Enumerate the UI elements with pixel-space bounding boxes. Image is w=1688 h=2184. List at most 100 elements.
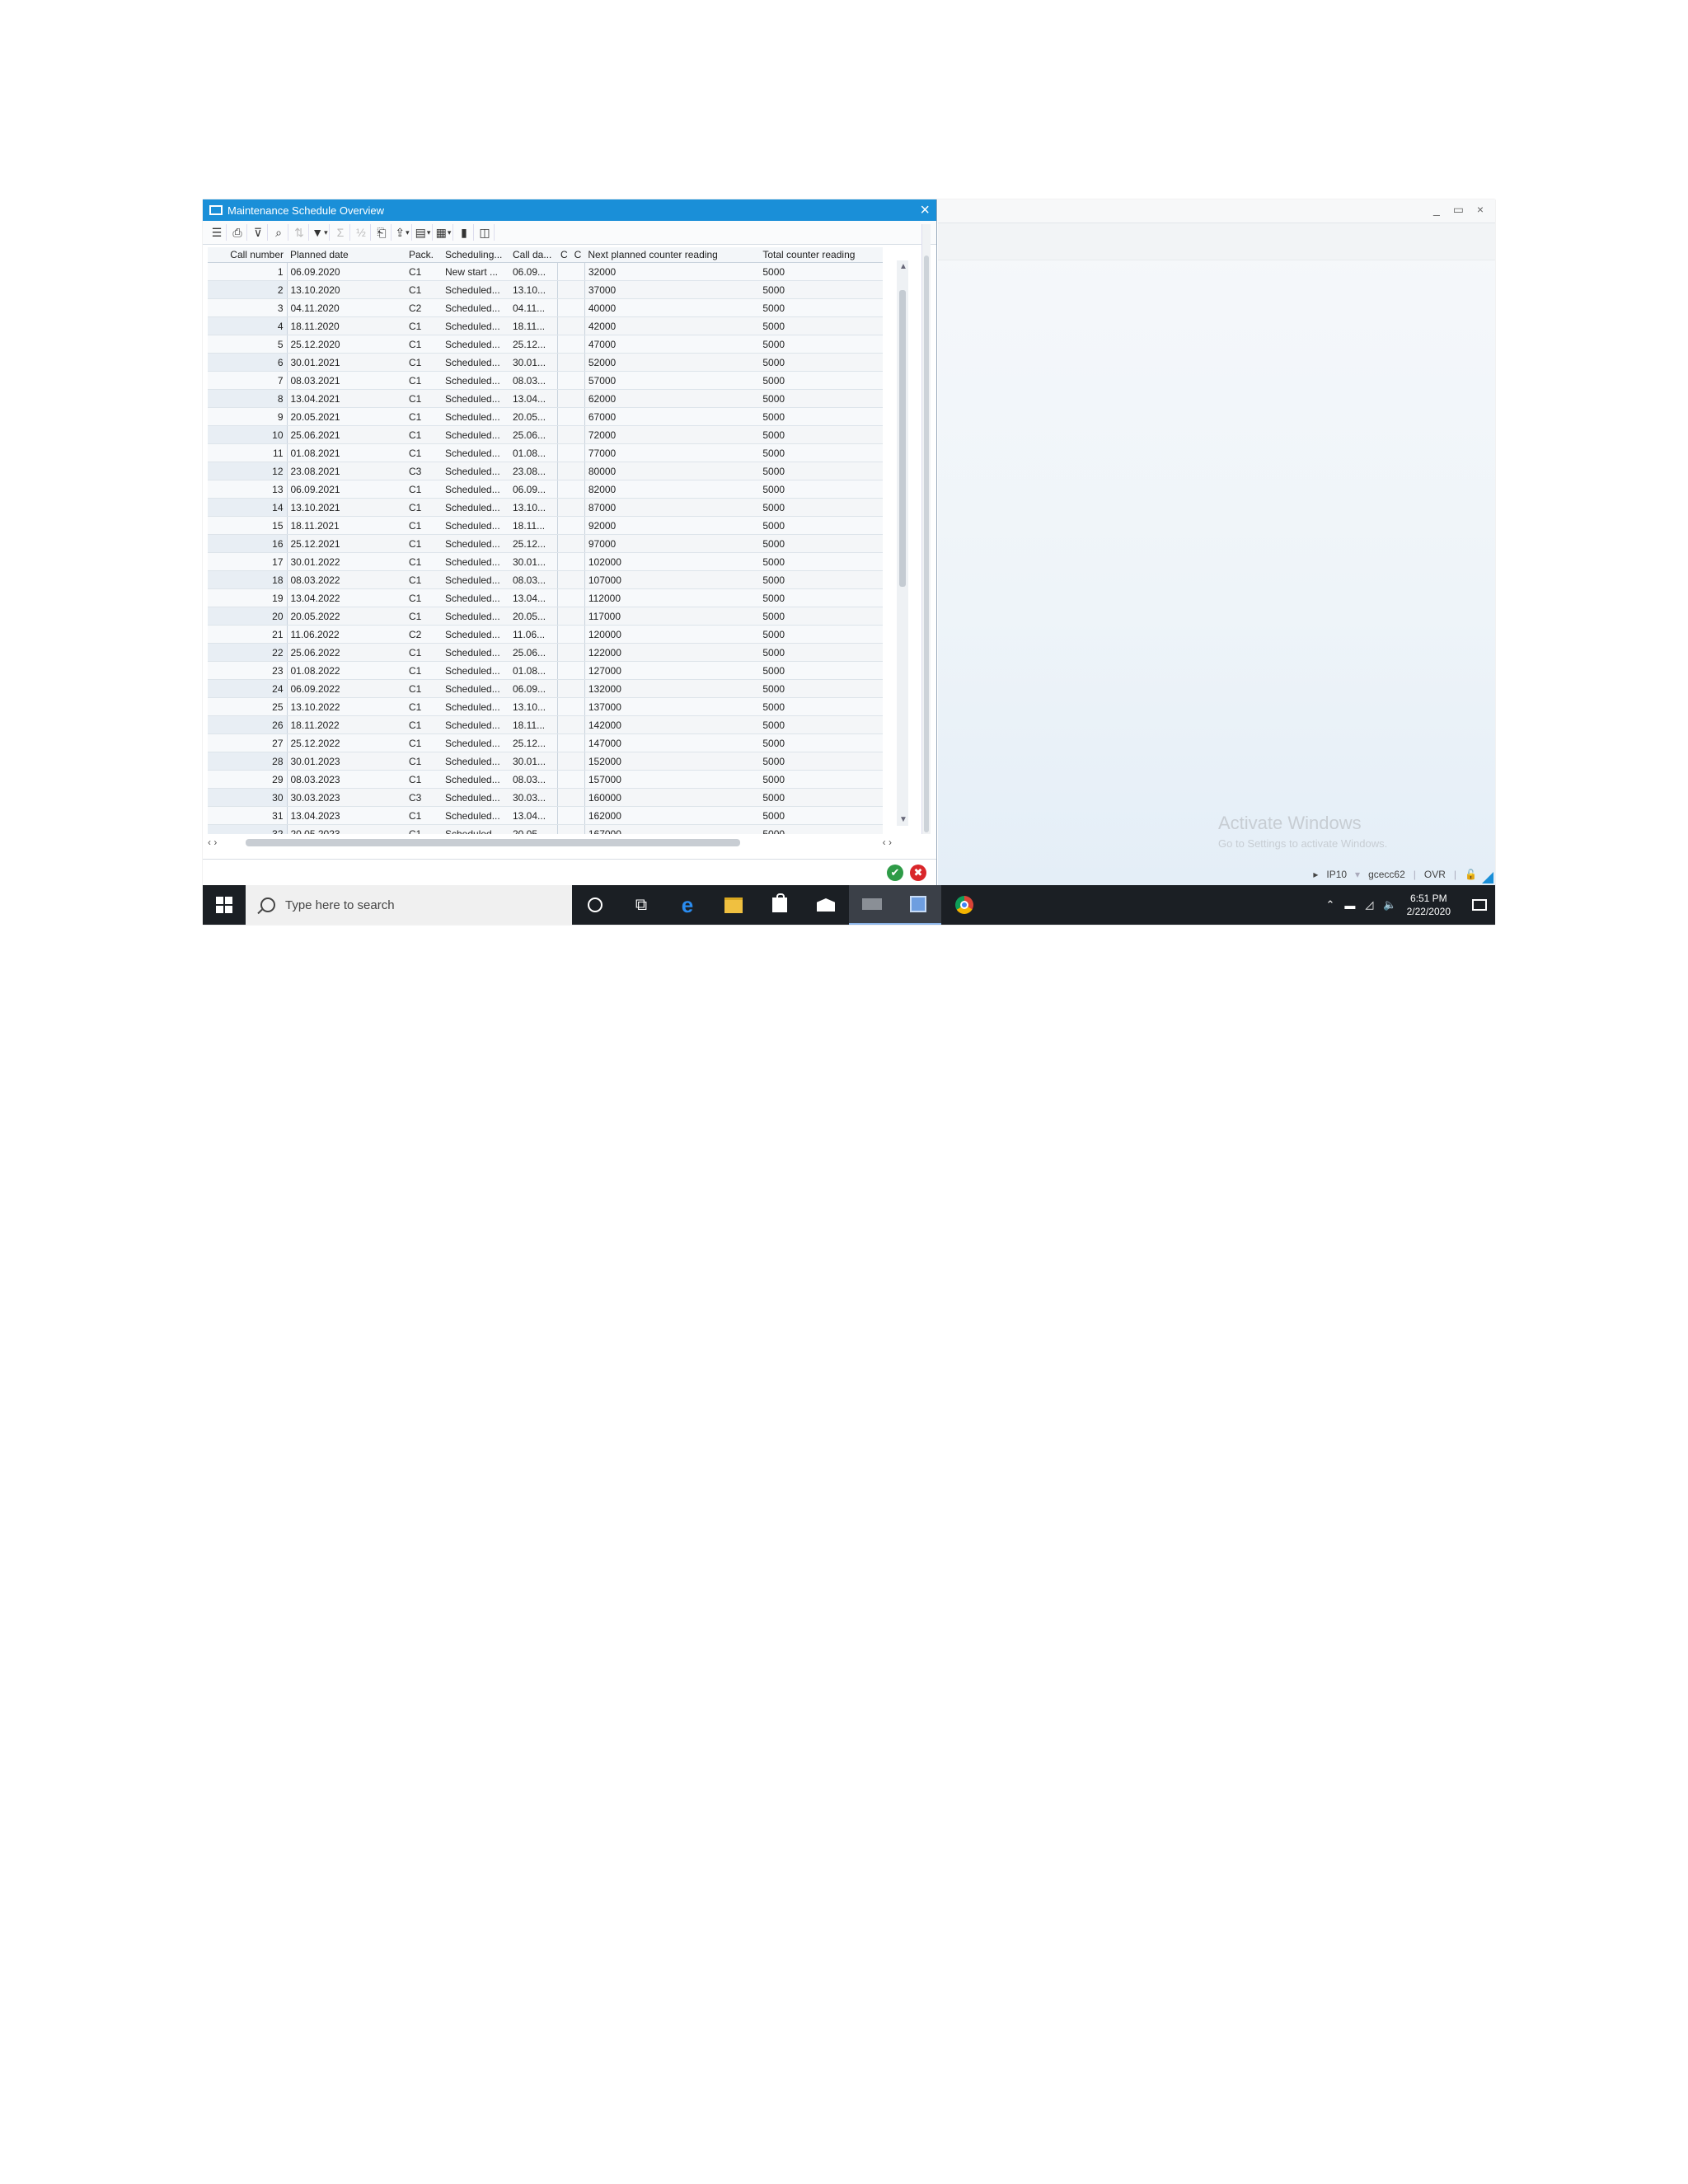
chrome-button[interactable] bbox=[941, 885, 987, 925]
column-header[interactable]: C bbox=[570, 247, 585, 263]
table-row[interactable]: 7 08.03.2021 C1 Scheduled... 08.03... 57000 50… bbox=[208, 371, 884, 390]
task-view-button[interactable]: ⧉ bbox=[618, 885, 664, 925]
table-row[interactable]: 31 13.04.2023 C1 Scheduled... 13.04... 162000… bbox=[208, 806, 884, 825]
scrollbar-thumb[interactable] bbox=[899, 290, 906, 587]
table-cell bbox=[570, 715, 585, 734]
table-row[interactable]: 4 18.11.2020 C1 Scheduled... 18.11... 42000 50… bbox=[208, 316, 884, 335]
input-mode[interactable]: OVR bbox=[1424, 869, 1446, 880]
details-icon[interactable]: ☰ bbox=[208, 224, 227, 241]
view-icon[interactable]: ▤ bbox=[414, 224, 433, 241]
table-row[interactable]: 14 13.10.2021 C1 Scheduled... 13.10... 87000 5… bbox=[208, 498, 884, 517]
cancel-button[interactable]: ✖ bbox=[910, 865, 926, 881]
table-row[interactable]: 13 06.09.2021 C1 Scheduled... 06.09... 82000 5… bbox=[208, 480, 884, 499]
table-row[interactable]: 18 08.03.2022 C1 Scheduled... 08.03... 107000… bbox=[208, 570, 884, 589]
sap-logon-button[interactable] bbox=[849, 885, 895, 925]
sap-gui-button[interactable] bbox=[895, 885, 941, 925]
export-icon[interactable]: ⇪ bbox=[393, 224, 412, 241]
scrollbar-thumb[interactable] bbox=[924, 255, 929, 832]
table-row[interactable]: 12 23.08.2021 C3 Scheduled... 23.08... 80000 5… bbox=[208, 462, 884, 480]
scroll-down-icon[interactable]: ▼ bbox=[899, 815, 907, 824]
column-header[interactable]: Pack. bbox=[406, 247, 442, 263]
notification-icon[interactable] bbox=[1472, 899, 1487, 911]
column-header[interactable]: Planned date bbox=[287, 247, 406, 263]
table-row[interactable]: 21 11.06.2022 C2 Scheduled... 11.06... 120000… bbox=[208, 625, 884, 644]
scroll-left-icon[interactable]: ‹ › bbox=[208, 837, 217, 848]
table-row[interactable]: 5 25.12.2020 C1 Scheduled... 25.12... 47000 50… bbox=[208, 335, 884, 354]
table-row[interactable]: 32 20.05.2023 C1 Scheduled... 20.05... 167000… bbox=[208, 824, 884, 834]
print-preview-icon[interactable]: ⎗ bbox=[373, 224, 392, 241]
table-row[interactable]: 24 06.09.2022 C1 Scheduled... 06.09... 132000… bbox=[208, 679, 884, 698]
battery-icon[interactable]: ▬ bbox=[1344, 899, 1355, 912]
column-header[interactable]: Next planned counter reading bbox=[584, 247, 760, 263]
table-row[interactable]: 20 20.05.2022 C1 Scheduled... 20.05... 117000… bbox=[208, 607, 884, 626]
table-row[interactable]: 30 30.03.2023 C3 Scheduled... 30.03... 160000… bbox=[208, 788, 884, 807]
table-row[interactable]: 9 20.05.2021 C1 Scheduled... 20.05... 67000 50… bbox=[208, 407, 884, 426]
table-row[interactable]: 17 30.01.2022 C1 Scheduled... 30.01... 102000… bbox=[208, 552, 884, 571]
table-row[interactable]: 22 25.06.2022 C1 Scheduled... 25.06... 122000… bbox=[208, 643, 884, 662]
edge-button[interactable]: e bbox=[664, 885, 710, 925]
table-row[interactable]: 1 06.09.2020 C1 New start ... 06.09... 32000 5… bbox=[208, 262, 884, 281]
grid-horizontal-scrollbar[interactable]: ‹ › ‹ › bbox=[208, 836, 908, 849]
start-button[interactable] bbox=[203, 885, 246, 925]
table-cell: 25.12... bbox=[509, 733, 558, 752]
table-row[interactable]: 15 18.11.2021 C1 Scheduled... 18.11... 92000 5… bbox=[208, 516, 884, 535]
taskbar-search[interactable]: Type here to search bbox=[246, 885, 572, 925]
table-row[interactable]: 29 08.03.2023 C1 Scheduled... 08.03... 157000… bbox=[208, 770, 884, 789]
screenshot: Maintenance Schedule Overview × ☰ ⎙ ⊽ ⌕ … bbox=[203, 199, 1495, 925]
file-explorer-button[interactable] bbox=[710, 885, 757, 925]
table-cell: 21 bbox=[208, 625, 288, 644]
column-header[interactable]: C bbox=[557, 247, 571, 263]
mail-button[interactable] bbox=[803, 885, 849, 925]
table-cell: C1 bbox=[406, 824, 442, 834]
table-cell bbox=[557, 697, 571, 716]
table-row[interactable]: 19 13.04.2022 C1 Scheduled... 13.04... 112000… bbox=[208, 588, 884, 607]
taskbar-clock[interactable]: 6:51 PM 2/22/2020 bbox=[1407, 892, 1451, 918]
table-row[interactable]: 11 01.08.2021 C1 Scheduled... 01.08... 77000 5… bbox=[208, 443, 884, 462]
table-row[interactable]: 28 30.01.2023 C1 Scheduled... 30.01... 152000… bbox=[208, 752, 884, 771]
column-header[interactable]: Call da... bbox=[509, 247, 557, 263]
layout-icon[interactable]: ▦ bbox=[434, 224, 453, 241]
window-controls[interactable]: _ ▭ × bbox=[1433, 203, 1489, 217]
scroll-right-icon[interactable]: ‹ › bbox=[883, 837, 892, 848]
subtotal-icon[interactable]: ½ bbox=[352, 224, 371, 241]
find-icon[interactable]: ⌕ bbox=[270, 224, 288, 241]
table-row[interactable]: 26 18.11.2022 C1 Scheduled... 18.11... 142000… bbox=[208, 715, 884, 734]
filter-dropdown-icon[interactable]: ▼ bbox=[311, 224, 330, 241]
horizontal-scrollbar-thumb[interactable] bbox=[246, 838, 740, 846]
column-header[interactable]: Total counter reading bbox=[759, 247, 884, 263]
table-row[interactable]: 27 25.12.2022 C1 Scheduled... 25.12... 147000… bbox=[208, 733, 884, 752]
table-row[interactable]: 8 13.04.2021 C1 Scheduled... 13.04... 62000 50… bbox=[208, 389, 884, 408]
table-row[interactable]: 23 01.08.2022 C1 Scheduled... 01.08... 127000… bbox=[208, 661, 884, 680]
lock-icon[interactable]: 🔓 bbox=[1465, 869, 1477, 880]
chevron-down-icon[interactable]: ▾ bbox=[1355, 869, 1360, 880]
close-icon[interactable]: × bbox=[920, 202, 930, 218]
table-row[interactable]: 6 30.01.2021 C1 Scheduled... 30.01... 52000 50… bbox=[208, 353, 884, 372]
table-cell: 04.11... bbox=[509, 298, 558, 317]
resize-corner[interactable] bbox=[1482, 872, 1493, 883]
dialog-vertical-scrollbar[interactable] bbox=[921, 224, 931, 834]
table-row[interactable]: 3 04.11.2020 C2 Scheduled... 04.11... 40000 50… bbox=[208, 298, 884, 317]
chevron-up-icon[interactable]: ⌃ bbox=[1326, 898, 1335, 912]
store-button[interactable] bbox=[757, 885, 803, 925]
column-header[interactable]: Call number bbox=[208, 247, 287, 263]
table-row[interactable]: 25 13.10.2022 C1 Scheduled... 13.10... 137000… bbox=[208, 697, 884, 716]
volume-icon[interactable]: 🔈 bbox=[1383, 898, 1396, 912]
cortana-button[interactable] bbox=[572, 885, 618, 925]
filter-icon[interactable]: ⊽ bbox=[249, 224, 268, 241]
sum-icon[interactable]: Σ bbox=[331, 224, 350, 241]
status-nav-icon[interactable]: ▸ bbox=[1313, 869, 1318, 880]
table-row[interactable]: 16 25.12.2021 C1 Scheduled... 25.12... 97000 5… bbox=[208, 534, 884, 553]
table-cell: C1 bbox=[406, 389, 442, 408]
confirm-button[interactable]: ✔ bbox=[887, 865, 903, 881]
grid-icon[interactable]: ◫ bbox=[476, 224, 495, 241]
system-id[interactable]: IP10 bbox=[1326, 869, 1347, 880]
column-header[interactable]: Scheduling... bbox=[442, 247, 509, 263]
grid-vertical-scrollbar[interactable]: ▲ ▼ bbox=[897, 260, 908, 826]
scroll-up-icon[interactable]: ▲ bbox=[899, 262, 907, 271]
table-row[interactable]: 10 25.06.2021 C1 Scheduled... 25.06... 72000 5… bbox=[208, 425, 884, 444]
info-icon[interactable]: ▮ bbox=[455, 224, 474, 241]
sort-icon[interactable]: ⇅ bbox=[290, 224, 309, 241]
network-icon[interactable]: ◿ bbox=[1365, 898, 1373, 912]
table-row[interactable]: 2 13.10.2020 C1 Scheduled... 13.10... 37000 50… bbox=[208, 280, 884, 299]
print-icon[interactable]: ⎙ bbox=[228, 224, 247, 241]
